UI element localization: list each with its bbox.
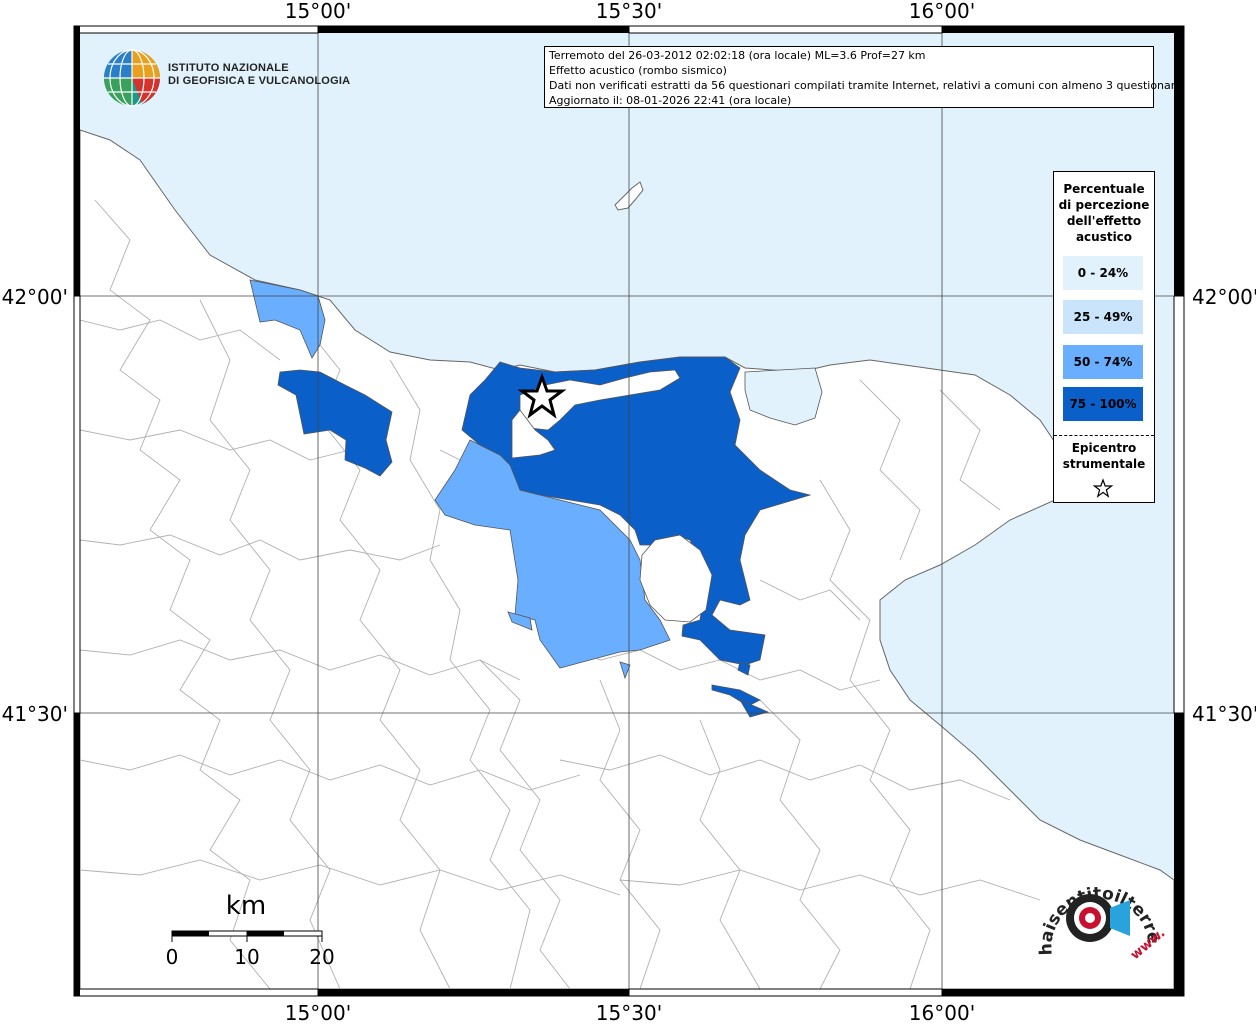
legend: Percentuale di percezione dell'effetto a… xyxy=(1053,171,1155,503)
legend-epicentre-line-1: Epicentro xyxy=(1071,441,1137,455)
event-info-line-4: Aggiornato il: 08-01-2026 22:41 (ora loc… xyxy=(549,94,792,107)
event-info-box: Terremoto del 26-03-2012 02:02:18 (ora l… xyxy=(544,46,1182,108)
lat-tick-right-2: 41°30' xyxy=(1192,702,1256,726)
lat-tick-left-2: 41°30' xyxy=(2,702,68,726)
ingv-logo-icon xyxy=(104,49,160,107)
lon-tick-bottom-3: 16°00' xyxy=(909,1001,975,1024)
legend-item-25-49: 25 - 49% xyxy=(1063,300,1143,334)
legend-title-line-1: Percentuale xyxy=(1063,182,1145,196)
haisentito-logo-icon: haisentitoilterremoto.it www. xyxy=(1030,860,1168,963)
lat-tick-right-1: 42°00' xyxy=(1192,285,1256,309)
legend-epicentre-label: Epicentro strumentale xyxy=(1054,440,1154,472)
legend-title-line-4: acustico xyxy=(1075,230,1133,244)
legend-title-line-2: di percezione xyxy=(1058,198,1150,212)
scale-label-20: 20 xyxy=(309,945,334,969)
scale-bar: km 0 10 20 xyxy=(166,891,335,969)
legend-title-line-3: dell'effetto xyxy=(1066,214,1142,228)
star-outline-icon xyxy=(1092,478,1114,498)
scale-label-10: 10 xyxy=(234,945,259,969)
event-info-line-3: Dati non verificati estratti da 56 quest… xyxy=(549,79,1182,92)
legend-title: Percentuale di percezione dell'effetto a… xyxy=(1054,181,1154,245)
legend-separator xyxy=(1054,435,1154,436)
ingv-name-line-2: DI GEOFISICA E VULCANOLOGIA xyxy=(168,75,351,87)
scale-label-0: 0 xyxy=(166,945,179,969)
lon-tick-top-1: 15°00' xyxy=(285,0,351,23)
scale-unit: km xyxy=(226,891,266,921)
legend-item-50-74: 50 - 74% xyxy=(1063,345,1143,379)
lon-tick-top-2: 15°30' xyxy=(596,0,662,23)
legend-epicentre-line-2: strumentale xyxy=(1062,457,1146,471)
lon-tick-bottom-1: 15°00' xyxy=(285,1001,351,1024)
lon-tick-bottom-2: 15°30' xyxy=(596,1001,662,1024)
ingv-name-line-1: ISTITUTO NAZIONALE xyxy=(168,62,289,74)
event-info-line-1: Terremoto del 26-03-2012 02:02:18 (ora l… xyxy=(549,49,926,62)
legend-item-75-100: 75 - 100% xyxy=(1063,387,1143,421)
ingv-name: ISTITUTO NAZIONALE DI GEOFISICA E VULCAN… xyxy=(168,62,350,88)
event-info-line-2: Effetto acustico (rombo sismico) xyxy=(549,64,727,77)
legend-item-0-24: 0 - 24% xyxy=(1063,256,1143,290)
lon-tick-top-3: 16°00' xyxy=(909,0,975,23)
lat-tick-left-1: 42°00' xyxy=(2,285,68,309)
